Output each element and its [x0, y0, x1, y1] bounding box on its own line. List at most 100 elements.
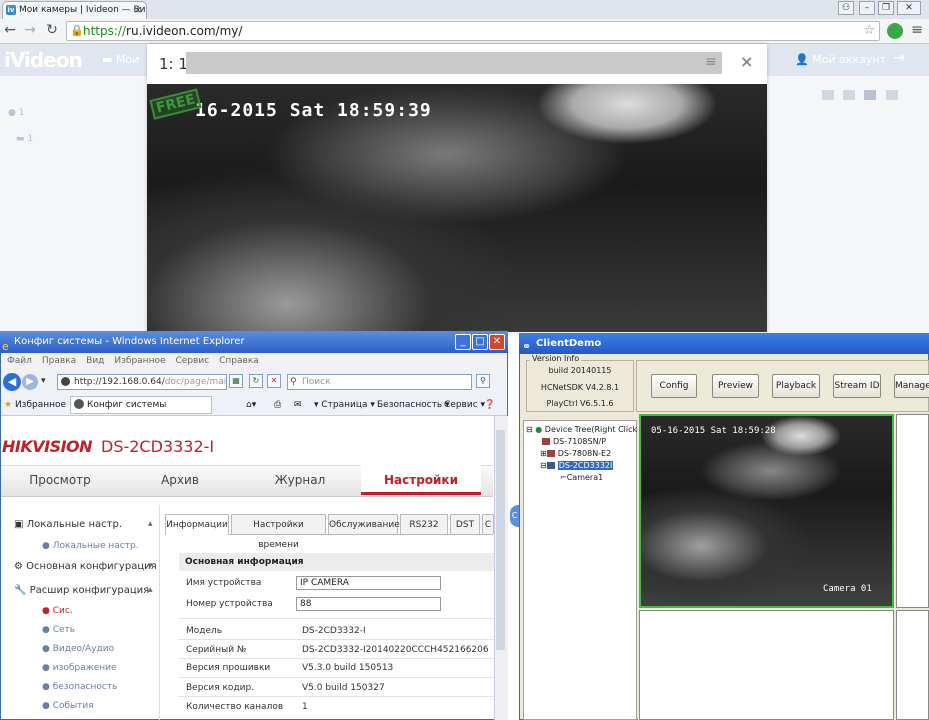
- tree-device[interactable]: DS-7108SN/P: [542, 437, 606, 446]
- close-window-icon[interactable]: ✕: [897, 1, 921, 15]
- extension-icon[interactable]: [887, 23, 903, 39]
- clientdemo-window-title: ClientDemo: [536, 338, 602, 349]
- config-button[interactable]: Config: [651, 374, 697, 398]
- tab-archive[interactable]: Архив: [120, 465, 240, 495]
- tree-root[interactable]: ⊟ ● Device Tree(Right Click: [526, 425, 637, 434]
- chrome-tab-ivideon[interactable]: iv Мои камеры | Ivideon — Ви... ×: [2, 1, 147, 19]
- close-window-icon[interactable]: ✕: [489, 334, 505, 350]
- nav-video-audio[interactable]: ● Видео/Аудио: [42, 644, 114, 654]
- stop-icon[interactable]: ✕: [267, 374, 281, 388]
- ie-address-bar[interactable]: http://192.168.0.64/doc/page/main.a: [57, 374, 227, 390]
- nav-image[interactable]: ● изображение: [42, 663, 117, 673]
- preview-cell[interactable]: [896, 610, 929, 720]
- subtab-more[interactable]: С: [482, 514, 494, 534]
- subtab-rs232[interactable]: RS232: [400, 514, 448, 534]
- preview-cell[interactable]: [639, 610, 894, 720]
- home-icon[interactable]: ⌂▾: [246, 396, 256, 414]
- tree-device[interactable]: ⊞ DS-7808N-E2: [540, 449, 611, 458]
- menu-favorites[interactable]: Избранное: [114, 356, 165, 366]
- favorites-label[interactable]: Избранное: [15, 400, 66, 410]
- view-layout-icon[interactable]: [822, 90, 834, 100]
- tab-log[interactable]: Журнал: [240, 465, 360, 495]
- ie-tab[interactable]: Конфиг системы: [70, 396, 212, 414]
- compatibility-icon[interactable]: ▦: [229, 374, 243, 388]
- side-tab-icon[interactable]: C: [510, 505, 519, 527]
- tree-device-selected[interactable]: ⊟ DS-2CD3332I: [540, 461, 614, 470]
- restore-icon[interactable]: ❐: [878, 1, 894, 15]
- subtab-maintenance[interactable]: Обслуживание: [328, 514, 400, 534]
- minimize-icon[interactable]: _: [455, 334, 471, 350]
- bookmark-star-icon[interactable]: ☆: [863, 22, 875, 40]
- camera-list-item[interactable]: ● 1: [8, 108, 24, 118]
- reload-icon[interactable]: ↻: [44, 22, 60, 38]
- view-layout-icon[interactable]: [843, 90, 855, 100]
- management-button[interactable]: Managem: [894, 374, 929, 398]
- nav-system[interactable]: ● Сис.: [42, 606, 73, 616]
- nav-security[interactable]: ● безопасность: [42, 682, 117, 692]
- minimize-icon[interactable]: –: [859, 1, 875, 15]
- chevron-down-icon: ▾: [148, 561, 153, 571]
- nav-security-label: безопасность: [52, 682, 118, 692]
- subtab-info[interactable]: Информации: [165, 514, 229, 535]
- mail-icon[interactable]: ✉: [294, 396, 302, 414]
- maximize-icon[interactable]: □: [472, 334, 488, 350]
- tree-camera-label: Camera1: [566, 473, 604, 482]
- stream-id-button[interactable]: Stream ID: [833, 374, 881, 398]
- close-tab-icon[interactable]: ×: [134, 2, 142, 19]
- cmd-page[interactable]: ▾ Страница ▾: [314, 396, 375, 414]
- back-icon[interactable]: ◀: [3, 373, 21, 391]
- help-icon[interactable]: ❓: [484, 396, 495, 414]
- subtab-dst[interactable]: DST: [450, 514, 480, 534]
- preview-cell[interactable]: [896, 414, 929, 608]
- tab-settings[interactable]: Настройки: [361, 465, 481, 495]
- nav-events[interactable]: ● События: [42, 701, 94, 711]
- close-modal-icon[interactable]: ×: [740, 52, 753, 71]
- tab-preview[interactable]: Просмотр: [0, 465, 120, 495]
- camera-icon: ⌐: [560, 473, 567, 482]
- nav-my-account[interactable]: 👤 Мой аккаунт: [795, 53, 886, 66]
- nav-local-settings[interactable]: ▣ Локальные настр. ▴: [14, 519, 153, 530]
- view-layout-icon[interactable]: [864, 90, 876, 100]
- address-bar[interactable]: 🔒 https://ru.ivideon.com/my/ ☆: [66, 21, 880, 41]
- camera-video-feed[interactable]: [147, 84, 767, 332]
- nav-my-cameras[interactable]: ▬ Мои: [102, 53, 139, 66]
- build-version: build 20140115: [548, 366, 612, 375]
- nav-extended-config[interactable]: 🔧 Расшир конфигурация ▴: [14, 585, 153, 596]
- preview-cell-live[interactable]: [639, 414, 894, 608]
- refresh-icon[interactable]: ↻: [249, 374, 263, 388]
- menu-edit[interactable]: Правка: [42, 356, 76, 366]
- cmd-service[interactable]: Сервис ▾: [444, 396, 485, 414]
- device-name-field[interactable]: IP CAMERA: [296, 576, 441, 590]
- nav-basic-config[interactable]: ⚙ Основная конфигурация ▾: [14, 561, 157, 572]
- hamburger-menu-icon[interactable]: ≡: [705, 54, 717, 70]
- menu-help[interactable]: Справка: [219, 356, 259, 366]
- subtab-time[interactable]: Настройки времени: [231, 514, 326, 550]
- nav-network[interactable]: ● Сеть: [42, 625, 75, 635]
- ie-search-input[interactable]: ⚲ Поиск: [287, 374, 472, 390]
- print-icon[interactable]: ⎙: [274, 396, 281, 414]
- back-icon[interactable]: ←: [2, 22, 18, 38]
- menu-view[interactable]: Вид: [86, 356, 104, 366]
- view-layout-icon[interactable]: [886, 90, 898, 100]
- menu-tools[interactable]: Сервис: [176, 356, 210, 366]
- tree-device-label: DS-2CD3332I: [557, 461, 614, 470]
- camera-list-item[interactable]: ▬ 1: [16, 134, 33, 144]
- tree-camera[interactable]: ⌐Camera1: [560, 473, 603, 482]
- monitor-icon: ▣: [14, 519, 24, 530]
- search-go-icon[interactable]: ⚲: [476, 374, 490, 388]
- menu-file[interactable]: Файл: [7, 356, 32, 366]
- playback-button[interactable]: Playback: [772, 374, 820, 398]
- forward-icon[interactable]: ▶: [22, 374, 38, 390]
- ivideon-logo[interactable]: iVideon: [4, 48, 83, 72]
- chrome-menu-icon[interactable]: ≡: [909, 22, 925, 38]
- ie-scrollbar-thumb[interactable]: [496, 430, 505, 650]
- user-icon[interactable]: ⚇: [838, 1, 854, 15]
- preview-button[interactable]: Preview: [712, 374, 759, 398]
- history-dropdown-icon[interactable]: ▾: [41, 376, 46, 386]
- forward-icon[interactable]: →: [22, 22, 38, 38]
- nav-local-settings-sub[interactable]: ● Локальные настр.: [42, 541, 139, 551]
- info-row-value: V5.3.0 build 150513: [302, 663, 394, 673]
- logout-icon[interactable]: ⇥: [893, 50, 905, 66]
- device-number-field[interactable]: 88: [296, 597, 441, 611]
- cmd-security[interactable]: Безопасность ▾: [377, 396, 450, 414]
